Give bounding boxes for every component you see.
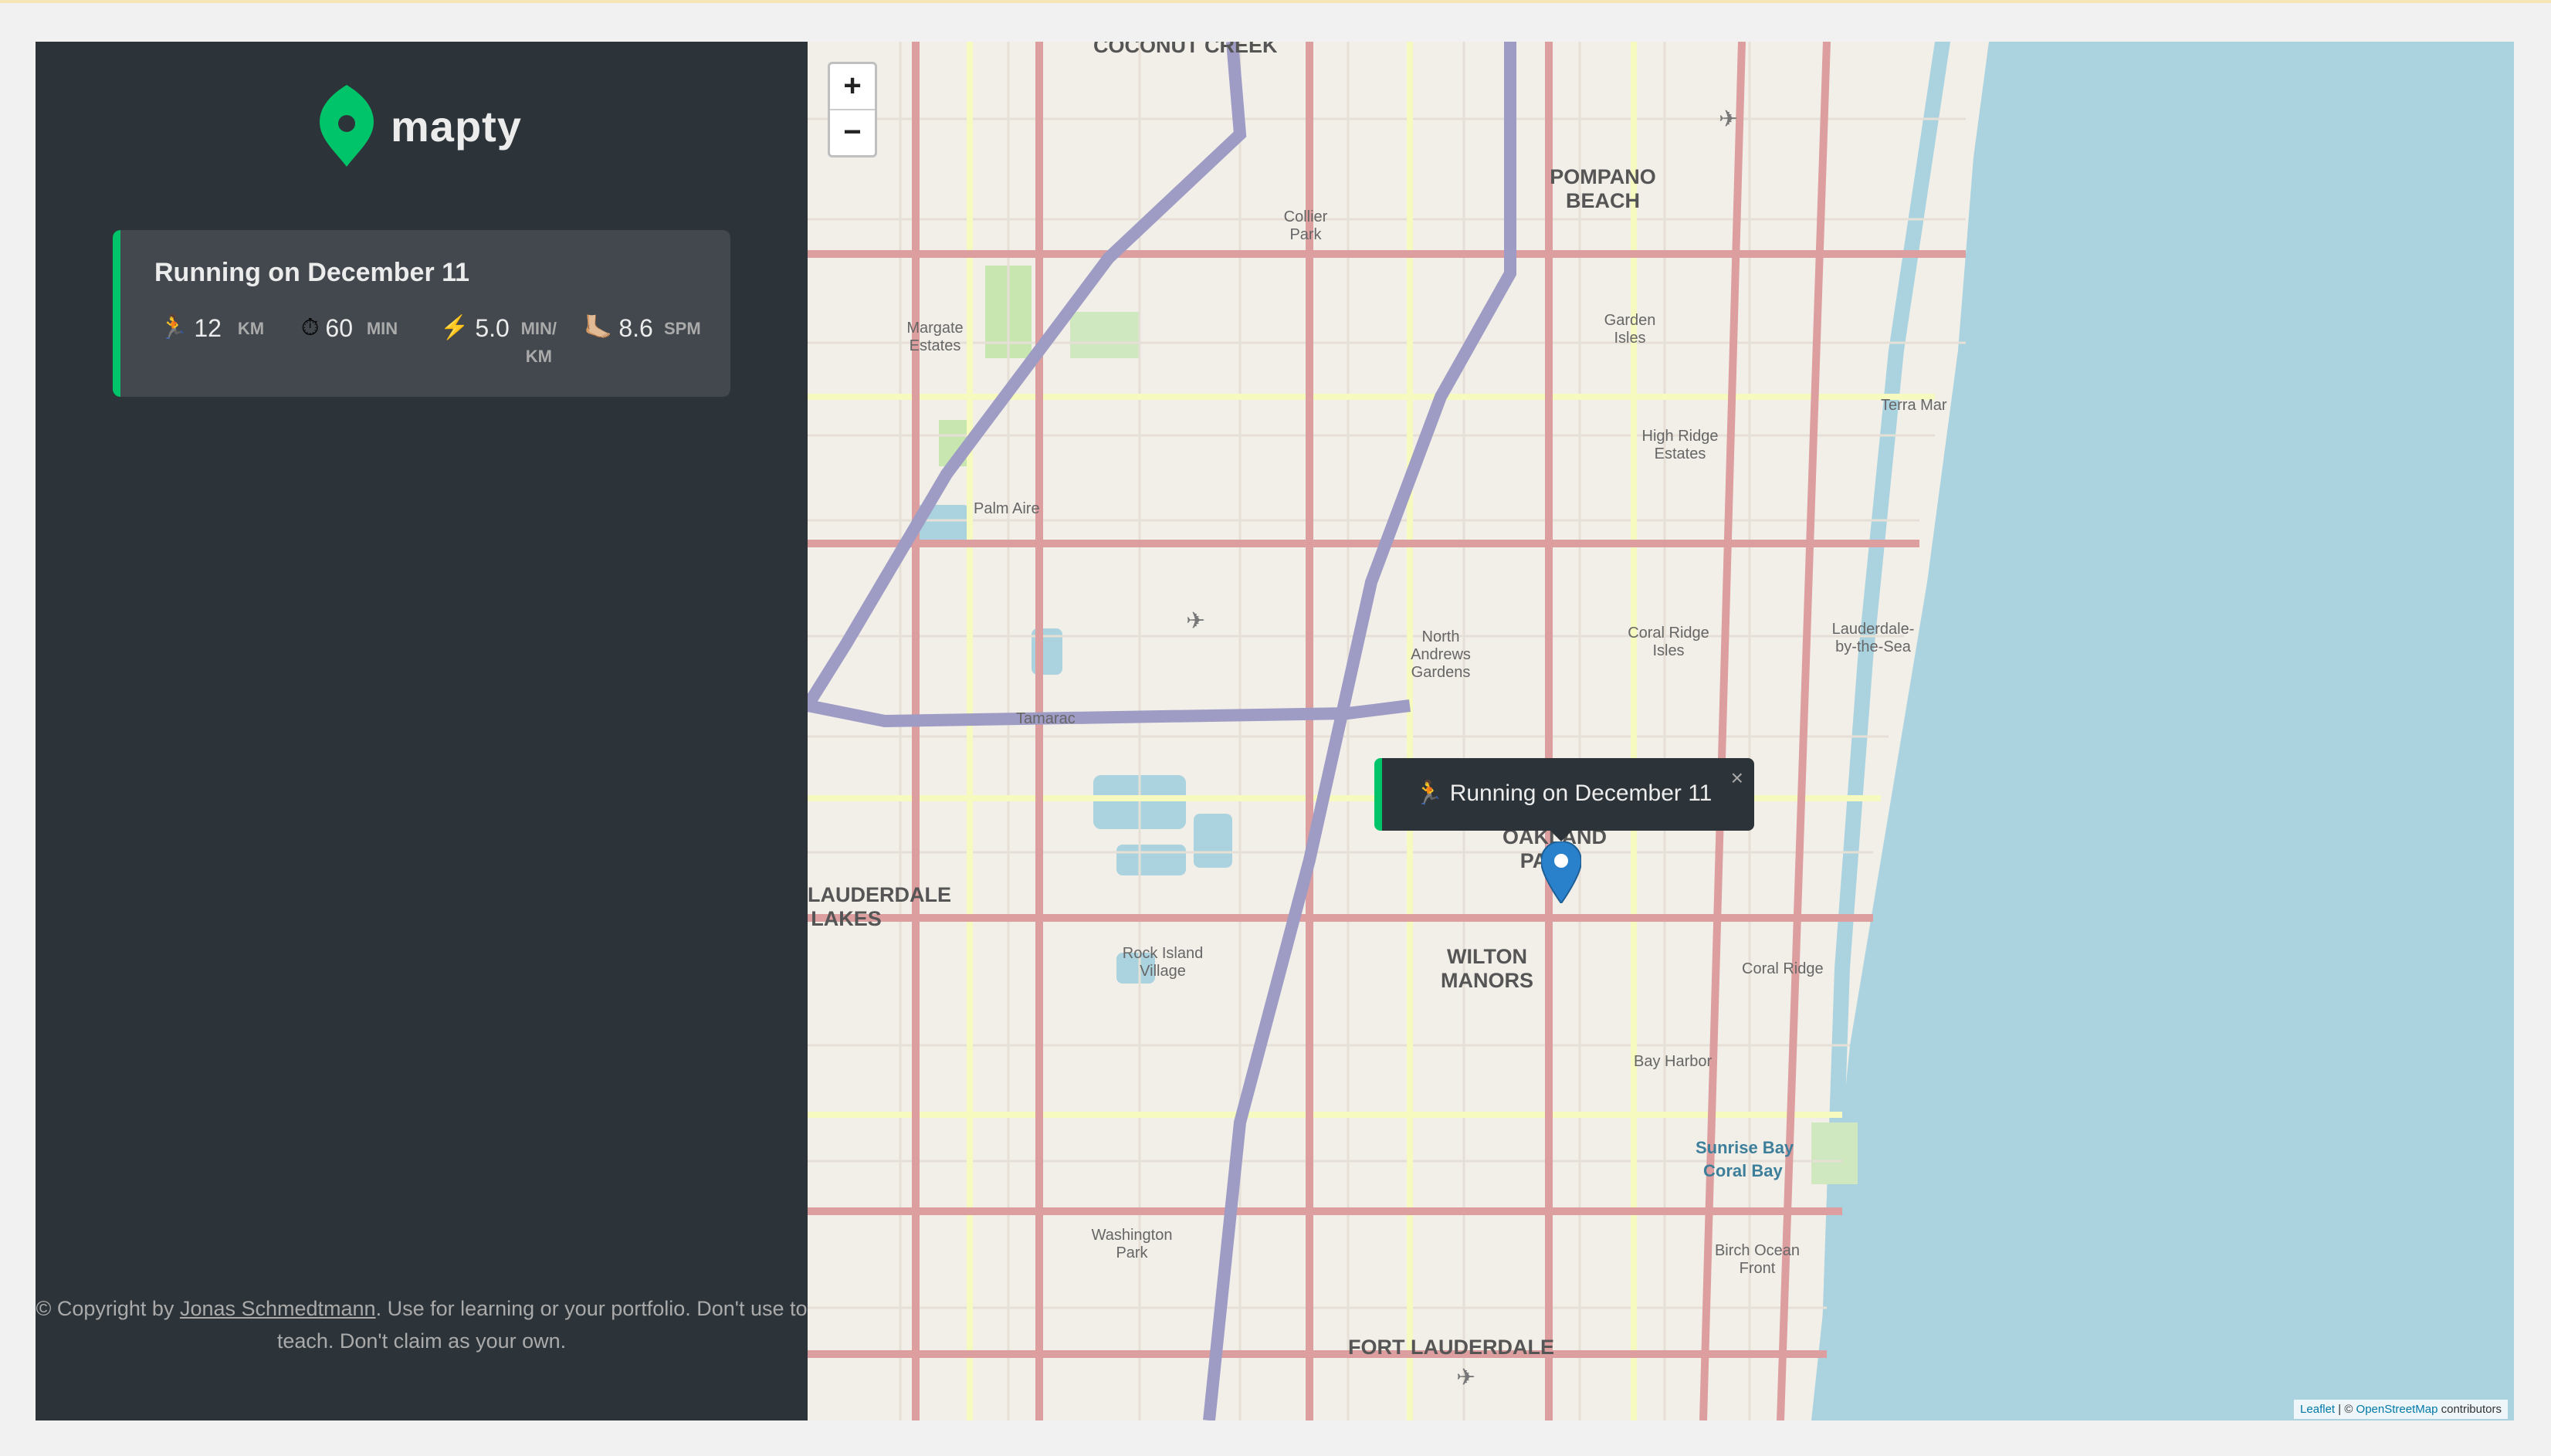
map-label-collier-park: Collier Park [1283, 208, 1328, 243]
foot-icon: 🦶🏼 [584, 315, 613, 340]
popup-close-button[interactable]: × [1731, 766, 1743, 791]
workout-detail-distance: 🏃 12 KM [159, 315, 273, 343]
map-label-high-ridge-estates: High Ridge Estates [1641, 428, 1719, 462]
workout-detail-pace: ⚡️ 5.0 MIN/ KM [440, 315, 561, 371]
map-pin-logo-icon [320, 85, 374, 167]
map-label-coral-ridge: Coral Ridge [1742, 960, 1824, 977]
map-label-tamarac: Tamarac [1016, 710, 1076, 727]
author-link[interactable]: Jonas Schmedtmann [180, 1297, 376, 1320]
zoom-out-button[interactable]: − [830, 110, 875, 155]
map-attribution: Leaflet | © OpenStreetMap contributors [2294, 1400, 2508, 1419]
map-label-coral-bay: Coral Bay [1703, 1161, 1783, 1180]
leaflet-link[interactable]: Leaflet [2300, 1403, 2335, 1416]
map-label-washington-park: Washington Park [1091, 1227, 1173, 1261]
sidebar: mapty Running on December 11 🏃 12 KM ⏱ 6… [36, 42, 808, 1420]
map-label-wilton-manors: WILTON MANORS [1441, 945, 1533, 993]
duration-value: 60 [325, 314, 353, 342]
popup-label: Running on December 11 [1449, 780, 1713, 806]
copyright-prefix: © Copyright by [36, 1297, 180, 1320]
map-label-lauderdale-lakes: LAUDERDALE LAKES [808, 883, 951, 931]
map-label-rock-island-village: Rock Island Village [1122, 945, 1204, 980]
map-marker-icon[interactable] [1541, 841, 1581, 903]
osm-link[interactable]: OpenStreetMap [2356, 1403, 2438, 1416]
popup-tip [1549, 829, 1574, 841]
svg-text:✈: ✈ [1456, 1364, 1475, 1391]
workout-detail-cadence: 🦶🏼 8.6 SPM [584, 315, 704, 343]
duration-unit: MIN [366, 319, 398, 338]
lightning-icon: ⚡️ [440, 315, 469, 340]
map-label-bay-harbor: Bay Harbor [1634, 1053, 1713, 1070]
zoom-in-button[interactable]: + [830, 64, 875, 110]
distance-value: 12 [194, 314, 222, 342]
stopwatch-icon: ⏱ [301, 315, 320, 340]
workout-detail-duration: ⏱ 60 MIN [301, 315, 404, 343]
top-border [0, 0, 2551, 3]
workout-card[interactable]: Running on December 11 🏃 12 KM ⏱ 60 MIN … [113, 230, 730, 397]
attrib-sep: | © [2335, 1403, 2356, 1416]
zoom-control: + − [828, 62, 877, 157]
runner-icon: 🏃 [159, 315, 188, 340]
copyright-footer: © Copyright by Jonas Schmedtmann. Use fo… [36, 1292, 808, 1357]
map-label-palm-aire: Palm Aire [974, 500, 1040, 517]
cadence-unit: SPM [664, 319, 701, 338]
map-label-terra-mar: Terra Mar [1881, 397, 1947, 414]
map-label-coconut-creek: COCONUT CREEK [1093, 42, 1278, 57]
map-label-north-andrews-gardens: North Andrews Gardens [1411, 628, 1471, 681]
map-label-coral-ridge-isles: Coral Ridge Isles [1628, 625, 1709, 659]
map-label-lauderdale-by-the-sea: Lauderdale-by-the-Sea [1831, 621, 1915, 655]
map-label-pompano-beach: POMPANO BEACH [1550, 165, 1656, 213]
attrib-suffix: contributors [2438, 1403, 2502, 1416]
svg-text:✈: ✈ [1719, 106, 1738, 133]
cadence-value: 8.6 [618, 314, 653, 342]
runner-icon: 🏃 [1414, 780, 1444, 806]
popup-text: 🏃 Running on December 11 [1414, 780, 1712, 807]
svg-text:✈: ✈ [1186, 608, 1205, 635]
workout-title: Running on December 11 [154, 258, 470, 287]
app-container: mapty Running on December 11 🏃 12 KM ⏱ 6… [36, 42, 2514, 1420]
map-label-margate-estates: Margate Estates [906, 320, 964, 354]
map-label-sunrise-bay: Sunrise Bay [1696, 1138, 1794, 1157]
pace-unit: MIN/ KM [520, 319, 557, 366]
map-label-birch-ocean-front: Birch Ocean Front [1714, 1242, 1801, 1277]
app-name: mapty [391, 101, 522, 151]
distance-unit: KM [237, 319, 265, 338]
map-label-garden-isles: Garden Isles [1604, 312, 1656, 347]
map-label-fort-lauderdale: FORT LAUDERDALE [1348, 1336, 1554, 1359]
workout-popup[interactable]: 🏃 Running on December 11 × [1374, 758, 1754, 831]
pace-value: 5.0 [475, 314, 510, 342]
map-tiles[interactable]: ✈ ✈ ✈ [808, 42, 2514, 1420]
map[interactable]: ✈ ✈ ✈ COCONUT CREEK POMPANO BEACH OAKLAN… [808, 42, 2514, 1420]
logo: mapty [320, 85, 522, 167]
